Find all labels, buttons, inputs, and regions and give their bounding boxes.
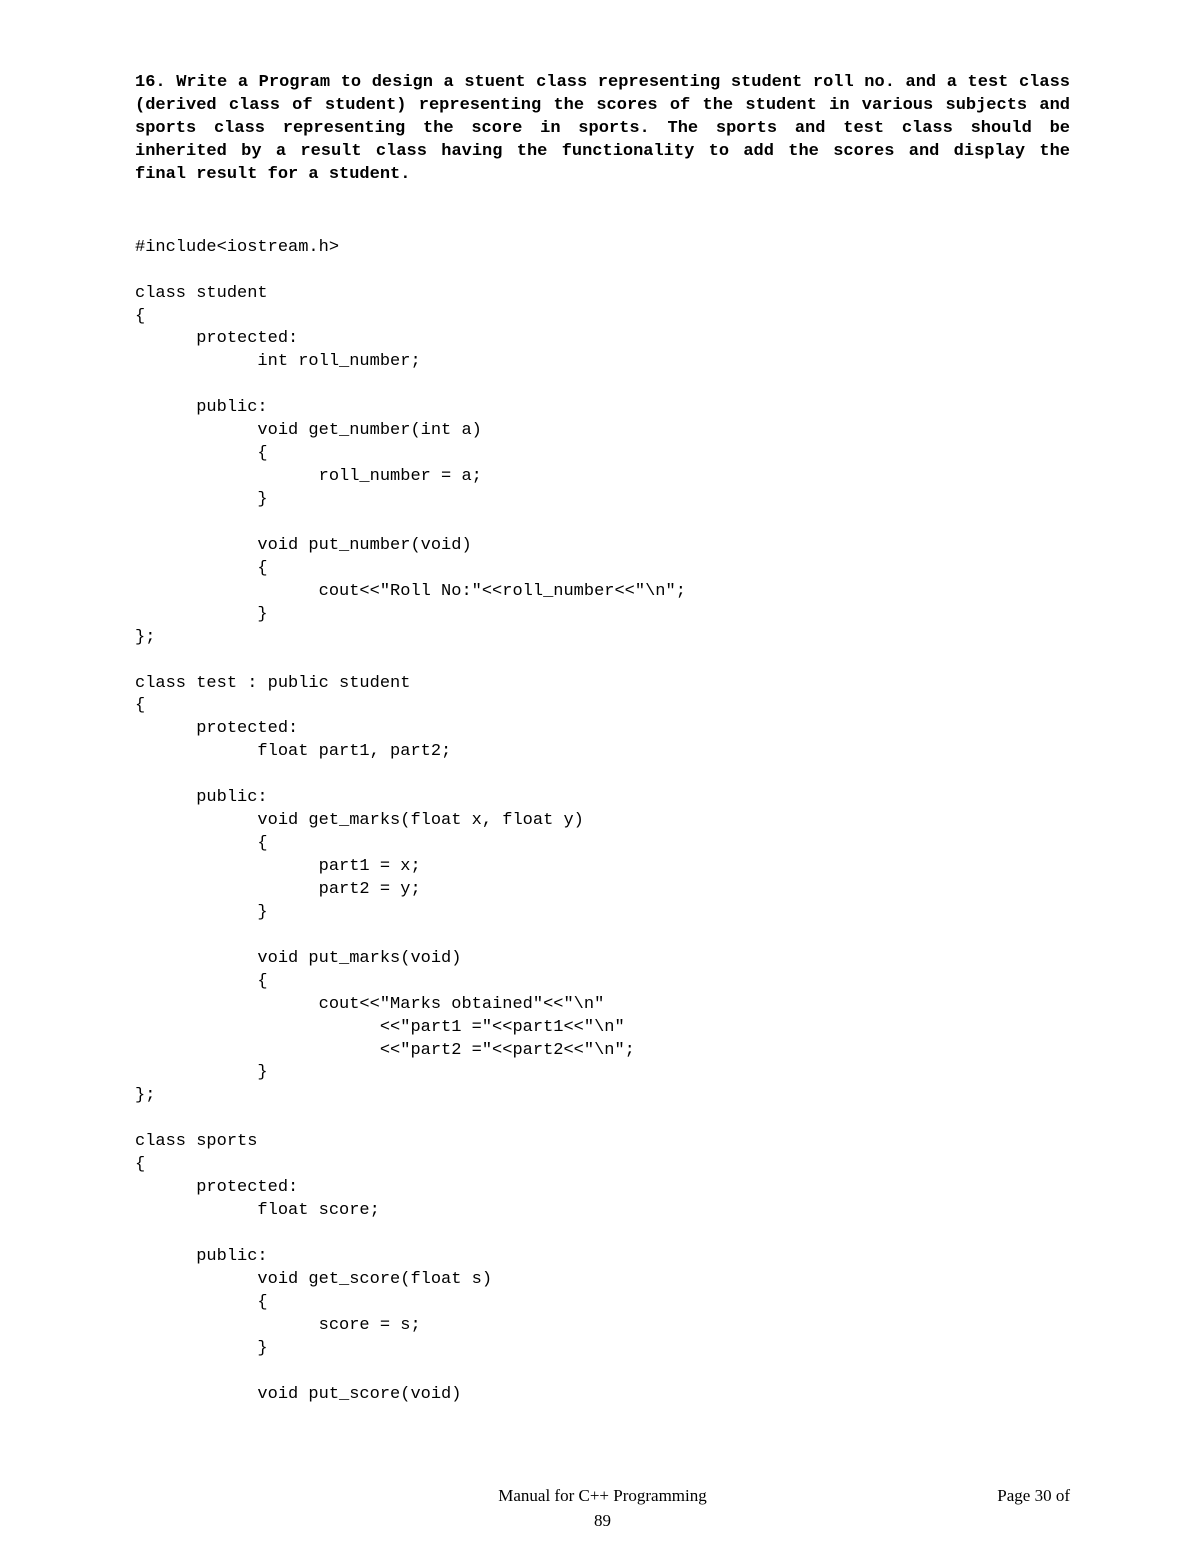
document-page: 16. Write a Program to design a stuent c… <box>0 0 1200 1553</box>
code-block: #include<iostream.h> class student { pro… <box>135 237 1070 1407</box>
footer-title: Manual for C++ Programming <box>498 1485 707 1508</box>
question-text: 16. Write a Program to design a stuent c… <box>135 72 1070 187</box>
footer-page-number: 89 <box>135 1510 1070 1533</box>
footer-page-label: Page 30 of <box>997 1485 1070 1508</box>
page-footer: Manual for C++ Programming Page 30 of 89 <box>0 1485 1200 1533</box>
